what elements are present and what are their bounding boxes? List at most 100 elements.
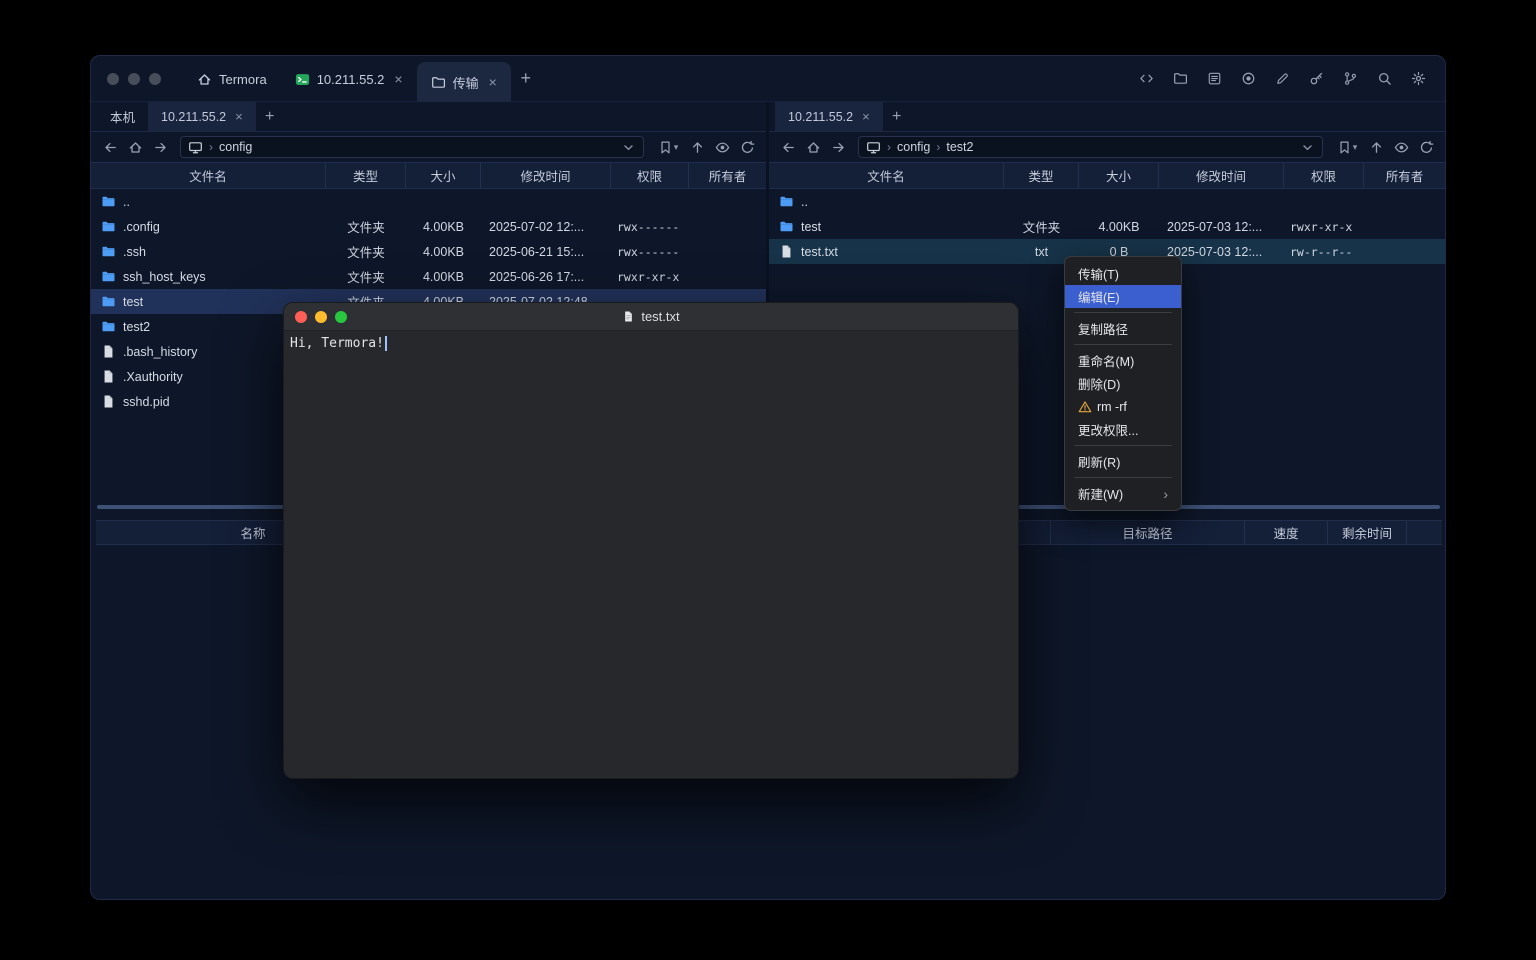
right-file-list: .. test文件夹4.00KB2025-07-03 12:...rwxr-xr-… (769, 189, 1445, 264)
file-date-cell: 2025-06-26 17:... (481, 264, 611, 289)
file-perm-cell: rwxr-xr-x (611, 264, 689, 289)
editor-close-button[interactable] (295, 311, 307, 323)
file-row[interactable]: .. (91, 189, 766, 214)
close-tab-icon[interactable]: × (489, 75, 497, 89)
column-header-5[interactable]: 所有者 (1364, 163, 1445, 188)
column-header-0[interactable]: 文件名 (769, 163, 1004, 188)
forward-button[interactable] (827, 136, 849, 158)
transfer-column-speed[interactable]: 速度 (1245, 521, 1328, 544)
refresh-button[interactable] (1415, 136, 1437, 158)
new-tab-button[interactable]: + (511, 56, 541, 101)
breadcrumb-segment[interactable]: config (897, 140, 930, 154)
file-row[interactable]: .config文件夹4.00KB2025-07-02 12:...rwx----… (91, 214, 766, 239)
file-name: .Xauthority (123, 370, 183, 384)
transfer-column-target-path[interactable]: 目标路径 (1051, 521, 1245, 544)
parent-directory-button[interactable] (1365, 136, 1387, 158)
column-header-5[interactable]: 所有者 (689, 163, 766, 188)
file-name: .. (123, 195, 130, 209)
file-date-cell: 2025-06-21 15:... (481, 239, 611, 264)
file-name: test (801, 220, 821, 234)
column-header-4[interactable]: 权限 (611, 163, 689, 188)
parent-directory-button[interactable] (686, 136, 708, 158)
back-button[interactable] (777, 136, 799, 158)
desktop-background: Termora10.211.55.2×传输×+ 本机10.211.55.2×+›… (0, 0, 1536, 960)
menu-item[interactable]: 编辑(E) (1065, 285, 1181, 308)
left-path-bar[interactable]: ›config (180, 136, 644, 158)
titlebar-actions (1135, 68, 1445, 90)
editor-button[interactable] (1271, 68, 1293, 90)
left-panel-tab-0[interactable]: 本机 (97, 102, 148, 131)
close-tab-icon[interactable]: × (862, 110, 870, 123)
menu-separator (1074, 344, 1172, 345)
chevron-down-icon[interactable] (1300, 140, 1315, 155)
file-row[interactable]: .ssh文件夹4.00KB2025-06-21 15:...rwx------ (91, 239, 766, 264)
home-button[interactable] (802, 136, 824, 158)
home-button[interactable] (124, 136, 146, 158)
find-button[interactable] (1373, 68, 1395, 90)
menu-item[interactable]: 删除(D) (1065, 372, 1181, 395)
file-row[interactable]: test文件夹4.00KB2025-07-03 12:...rwxr-xr-x (769, 214, 1445, 239)
toggle-hidden-files-button[interactable] (1390, 136, 1412, 158)
left-panel-tab-1[interactable]: 10.211.55.2× (148, 102, 256, 131)
menu-item[interactable]: 传输(T) (1065, 262, 1181, 285)
breadcrumb-segment[interactable]: test2 (946, 140, 973, 154)
file-icon (101, 394, 116, 409)
file-name-cell: .config (91, 214, 326, 239)
column-header-0[interactable]: 文件名 (91, 163, 326, 188)
menu-item[interactable]: rm -rf (1065, 395, 1181, 418)
right-panel-tab-0[interactable]: 10.211.55.2× (775, 102, 883, 131)
new-panel-tab-button[interactable]: + (883, 102, 911, 131)
editor-minimize-button[interactable] (315, 311, 327, 323)
menu-item-label: 复制路径 (1078, 319, 1128, 338)
editor-titlebar[interactable]: test.txt (284, 303, 1018, 331)
column-header-3[interactable]: 修改时间 (1159, 163, 1284, 188)
column-header-3[interactable]: 修改时间 (481, 163, 611, 188)
column-header-4[interactable]: 权限 (1284, 163, 1364, 188)
minimize-window-button[interactable] (128, 73, 140, 85)
editor-zoom-button[interactable] (335, 311, 347, 323)
bookmark-button[interactable]: ▾ (653, 136, 683, 158)
close-tab-icon[interactable]: × (394, 72, 402, 86)
back-button[interactable] (99, 136, 121, 158)
bookmark-button[interactable]: ▾ (1332, 136, 1362, 158)
file-type-cell (1004, 189, 1079, 214)
menu-item[interactable]: 更改权限... (1065, 418, 1181, 441)
workflow-button[interactable] (1339, 68, 1361, 90)
column-header-2[interactable]: 大小 (406, 163, 481, 188)
chevron-down-icon[interactable] (621, 140, 636, 155)
file-row[interactable]: .. (769, 189, 1445, 214)
settings-button[interactable] (1407, 68, 1429, 90)
file-manager-button[interactable] (1169, 68, 1191, 90)
column-header-2[interactable]: 大小 (1079, 163, 1159, 188)
app-tab-0[interactable]: Termora (183, 56, 281, 102)
code-snippets-button[interactable] (1135, 68, 1157, 90)
transfer-column-remaining-time[interactable]: 剩余时间 (1328, 521, 1407, 544)
log-button[interactable] (1203, 68, 1225, 90)
column-header-1[interactable]: 类型 (1004, 163, 1079, 188)
zoom-window-button[interactable] (149, 73, 161, 85)
file-type-cell (326, 189, 406, 214)
menu-item[interactable]: 重命名(M) (1065, 349, 1181, 372)
refresh-button[interactable] (736, 136, 758, 158)
dropdown-caret-icon: ▾ (1353, 142, 1358, 153)
file-name: .. (801, 195, 808, 209)
app-tab-1[interactable]: 10.211.55.2× (281, 56, 417, 102)
code-icon (1139, 71, 1154, 86)
macro-button[interactable] (1237, 68, 1259, 90)
toggle-hidden-files-button[interactable] (711, 136, 733, 158)
titlebar[interactable]: Termora10.211.55.2×传输×+ (91, 56, 1445, 102)
menu-item[interactable]: 复制路径 (1065, 317, 1181, 340)
editor-content[interactable]: Hi, Termora! (284, 331, 1018, 778)
menu-item[interactable]: 刷新(R) (1065, 450, 1181, 473)
right-path-bar[interactable]: ›config›test2 (858, 136, 1323, 158)
new-panel-tab-button[interactable]: + (256, 102, 284, 131)
close-window-button[interactable] (107, 73, 119, 85)
breadcrumb-segment[interactable]: config (219, 140, 252, 154)
forward-button[interactable] (149, 136, 171, 158)
column-header-1[interactable]: 类型 (326, 163, 406, 188)
menu-item[interactable]: 新建(W)› (1065, 482, 1181, 505)
keychain-button[interactable] (1305, 68, 1327, 90)
file-row[interactable]: ssh_host_keys文件夹4.00KB2025-06-26 17:...r… (91, 264, 766, 289)
app-tab-2[interactable]: 传输× (417, 62, 511, 102)
close-tab-icon[interactable]: × (235, 110, 243, 123)
